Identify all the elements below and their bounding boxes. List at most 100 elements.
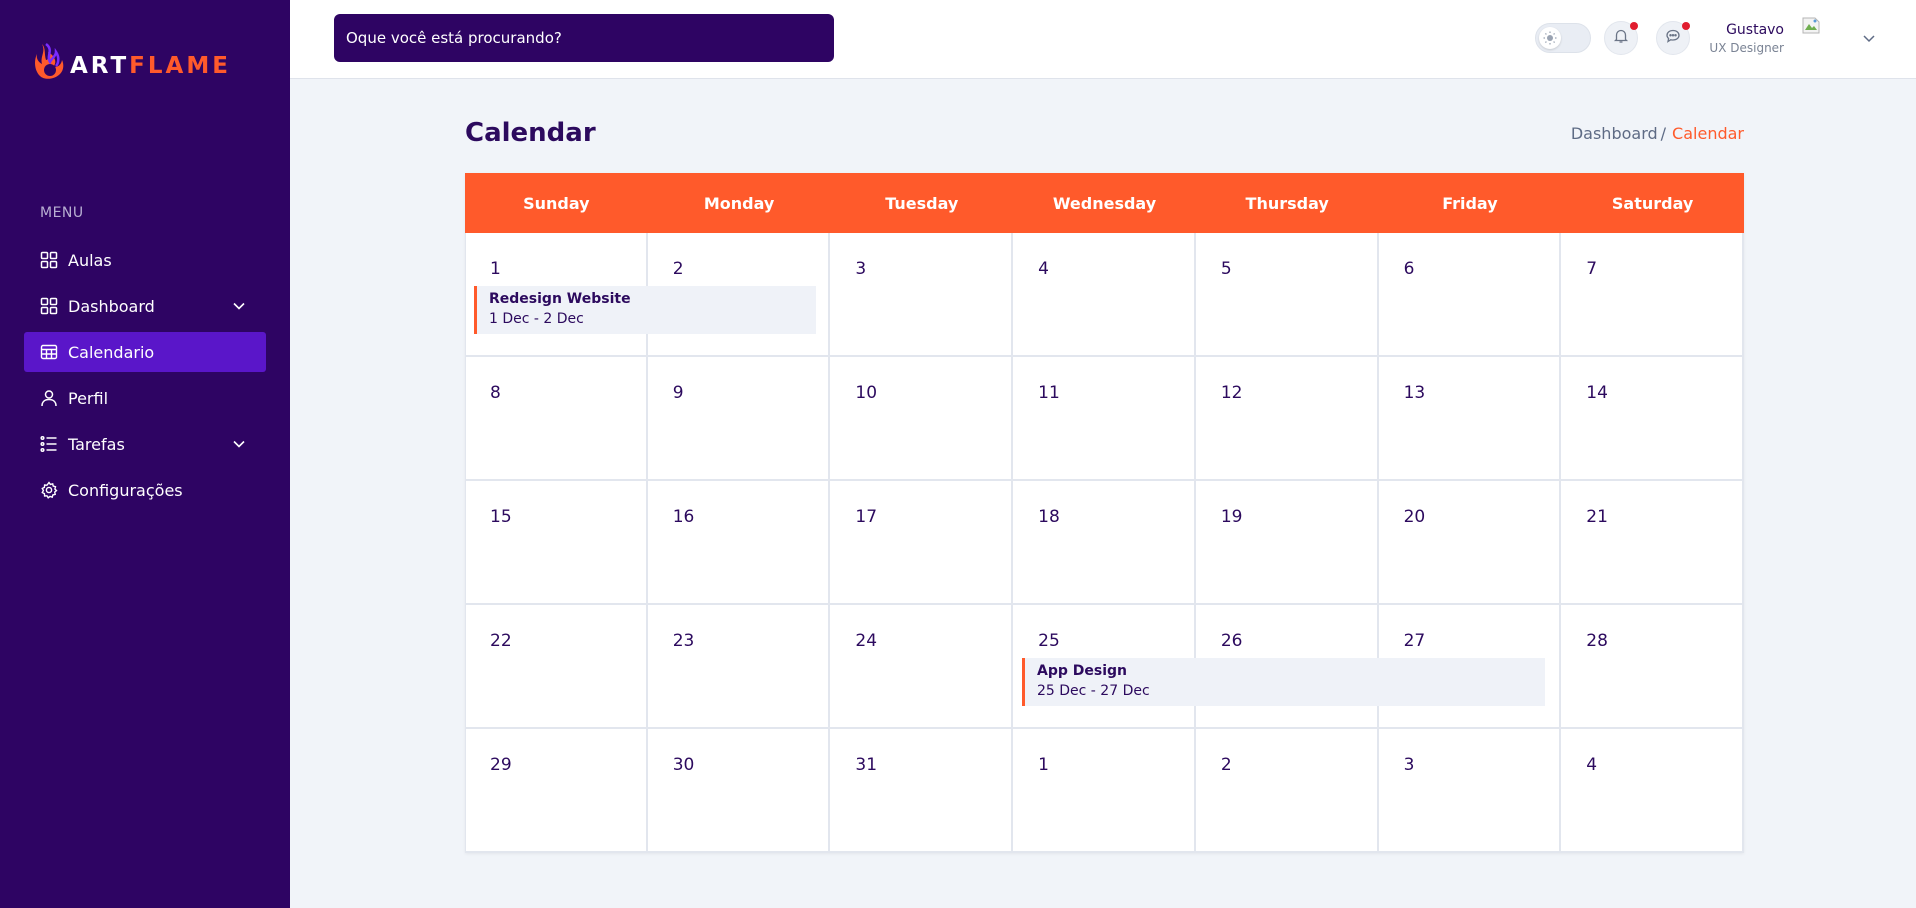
day-number: 13 (1403, 383, 1426, 403)
day-number: 26 (1220, 631, 1243, 651)
day-number: 7 (1586, 259, 1598, 279)
event-title: App Design (1037, 663, 1127, 679)
day-cell[interactable]: 5 (1195, 233, 1379, 357)
day-cell[interactable]: 31 (830, 729, 1014, 853)
sidebar-item-tarefas[interactable]: Tarefas (24, 424, 266, 464)
calendar: Sunday Monday Tuesday Wednesday Thursday… (465, 173, 1744, 853)
day-number: 14 (1586, 383, 1608, 403)
day-cell[interactable]: 8 (465, 357, 648, 481)
day-number: 2 (1220, 755, 1232, 775)
day-number: 5 (1220, 259, 1232, 279)
day-cell[interactable]: 10 (830, 357, 1014, 481)
user-role: UX Designer (1709, 41, 1784, 55)
day-cell[interactable]: 9 (647, 357, 831, 481)
list-icon (40, 435, 58, 453)
day-cell[interactable]: 4 (1561, 729, 1744, 853)
day-number: 27 (1403, 631, 1426, 651)
day-cell[interactable]: 4 (1013, 233, 1196, 357)
event-date-range: 25 Dec - 27 Dec (1037, 683, 1150, 699)
day-number: 3 (1403, 755, 1415, 775)
weekday-sunday: Sunday (523, 193, 590, 213)
day-number: 21 (1586, 507, 1608, 527)
day-cell[interactable]: 6 (1378, 233, 1562, 357)
chevron-down-icon[interactable] (232, 298, 246, 317)
day-cell[interactable]: 30 (647, 729, 831, 853)
day-number: 15 (490, 507, 512, 527)
sidebar-item-configuracoes[interactable]: Configurações (24, 470, 266, 510)
calendar-header: Sunday Monday Tuesday Wednesday Thursday… (465, 173, 1744, 233)
day-cell[interactable]: 14 (1561, 357, 1744, 481)
weekday-thursday: Thursday (1245, 193, 1329, 213)
breadcrumb-separator: / (1660, 124, 1667, 143)
day-number: 16 (672, 507, 695, 527)
sidebar-item-perfil[interactable]: Perfil (24, 378, 266, 418)
day-number: 28 (1586, 631, 1608, 651)
notification-dot (1630, 22, 1638, 30)
day-cell[interactable]: 13 (1378, 357, 1562, 481)
day-cell[interactable]: 28 (1561, 605, 1744, 729)
theme-toggle[interactable] (1535, 23, 1591, 53)
day-number: 19 (1220, 507, 1243, 527)
day-number: 6 (1403, 259, 1415, 279)
day-cell[interactable]: 19 (1195, 481, 1379, 605)
day-cell[interactable]: 15 (465, 481, 648, 605)
day-number: 29 (490, 755, 512, 775)
flame-logo-icon (35, 43, 64, 79)
day-number: 12 (1220, 383, 1243, 403)
day-cell[interactable]: 23 (647, 605, 831, 729)
weekday-tuesday: Tuesday (885, 193, 959, 213)
gear-icon (40, 481, 58, 499)
day-cell[interactable]: 29 (465, 729, 648, 853)
breadcrumb-current: Calendar (1672, 124, 1744, 143)
menu-title: MENU (40, 205, 84, 221)
day-cell[interactable]: 7 (1561, 233, 1744, 357)
day-cell[interactable]: 18 (1013, 481, 1196, 605)
sidebar-item-label: Tarefas (68, 434, 125, 454)
breadcrumb-dashboard-link[interactable]: Dashboard (1571, 124, 1658, 143)
messages-button[interactable] (1656, 21, 1690, 55)
day-number: 24 (855, 631, 878, 651)
sidebar: ARTFLAME MENU Aulas Dashboard Calendario (0, 0, 290, 908)
calendar-event[interactable]: App Design 25 Dec - 27 Dec (1022, 658, 1545, 706)
weekday-monday: Monday (703, 193, 775, 213)
calendar-event[interactable]: Redesign Website 1 Dec - 2 Dec (474, 286, 816, 334)
day-cell[interactable]: 16 (647, 481, 831, 605)
day-number: 1 (1038, 755, 1049, 775)
day-number: 31 (855, 755, 878, 775)
day-number: 1 (490, 259, 501, 279)
day-cell[interactable]: 3 (830, 233, 1014, 357)
sidebar-item-label: Configurações (68, 480, 183, 500)
search-input[interactable] (334, 14, 834, 62)
chevron-down-icon[interactable] (1861, 30, 1877, 50)
grid-icon (40, 297, 58, 315)
sidebar-item-calendario[interactable]: Calendario (24, 332, 266, 372)
day-cell[interactable]: 22 (465, 605, 648, 729)
sun-icon (1539, 27, 1561, 49)
day-cell[interactable]: 11 (1013, 357, 1196, 481)
day-number: 23 (672, 631, 695, 651)
page-title: Calendar (465, 118, 596, 148)
notifications-button[interactable] (1604, 21, 1638, 55)
day-cell[interactable]: 20 (1378, 481, 1562, 605)
weekday-friday: Friday (1442, 193, 1498, 213)
message-dot (1682, 22, 1690, 30)
day-cell[interactable]: 2 (1195, 729, 1379, 853)
chevron-down-icon[interactable] (232, 436, 246, 455)
day-cell[interactable]: 17 (830, 481, 1014, 605)
day-number: 17 (855, 507, 878, 527)
day-cell[interactable]: 3 (1378, 729, 1562, 853)
sidebar-item-dashboard[interactable]: Dashboard (24, 286, 266, 326)
day-number: 3 (855, 259, 867, 279)
event-title: Redesign Website (489, 291, 631, 307)
avatar[interactable] (1801, 15, 1823, 37)
day-cell[interactable]: 1 (1013, 729, 1196, 853)
user-name[interactable]: Gustavo (1726, 22, 1784, 38)
day-number: 20 (1403, 507, 1426, 527)
weekday-saturday: Saturday (1611, 193, 1694, 213)
weekday-wednesday: Wednesday (1052, 193, 1157, 213)
day-cell[interactable]: 21 (1561, 481, 1744, 605)
day-cell[interactable]: 12 (1195, 357, 1379, 481)
sidebar-item-aulas[interactable]: Aulas (24, 240, 266, 280)
day-cell[interactable]: 24 (830, 605, 1014, 729)
artflame-logo[interactable]: ARTFLAME (34, 40, 231, 92)
